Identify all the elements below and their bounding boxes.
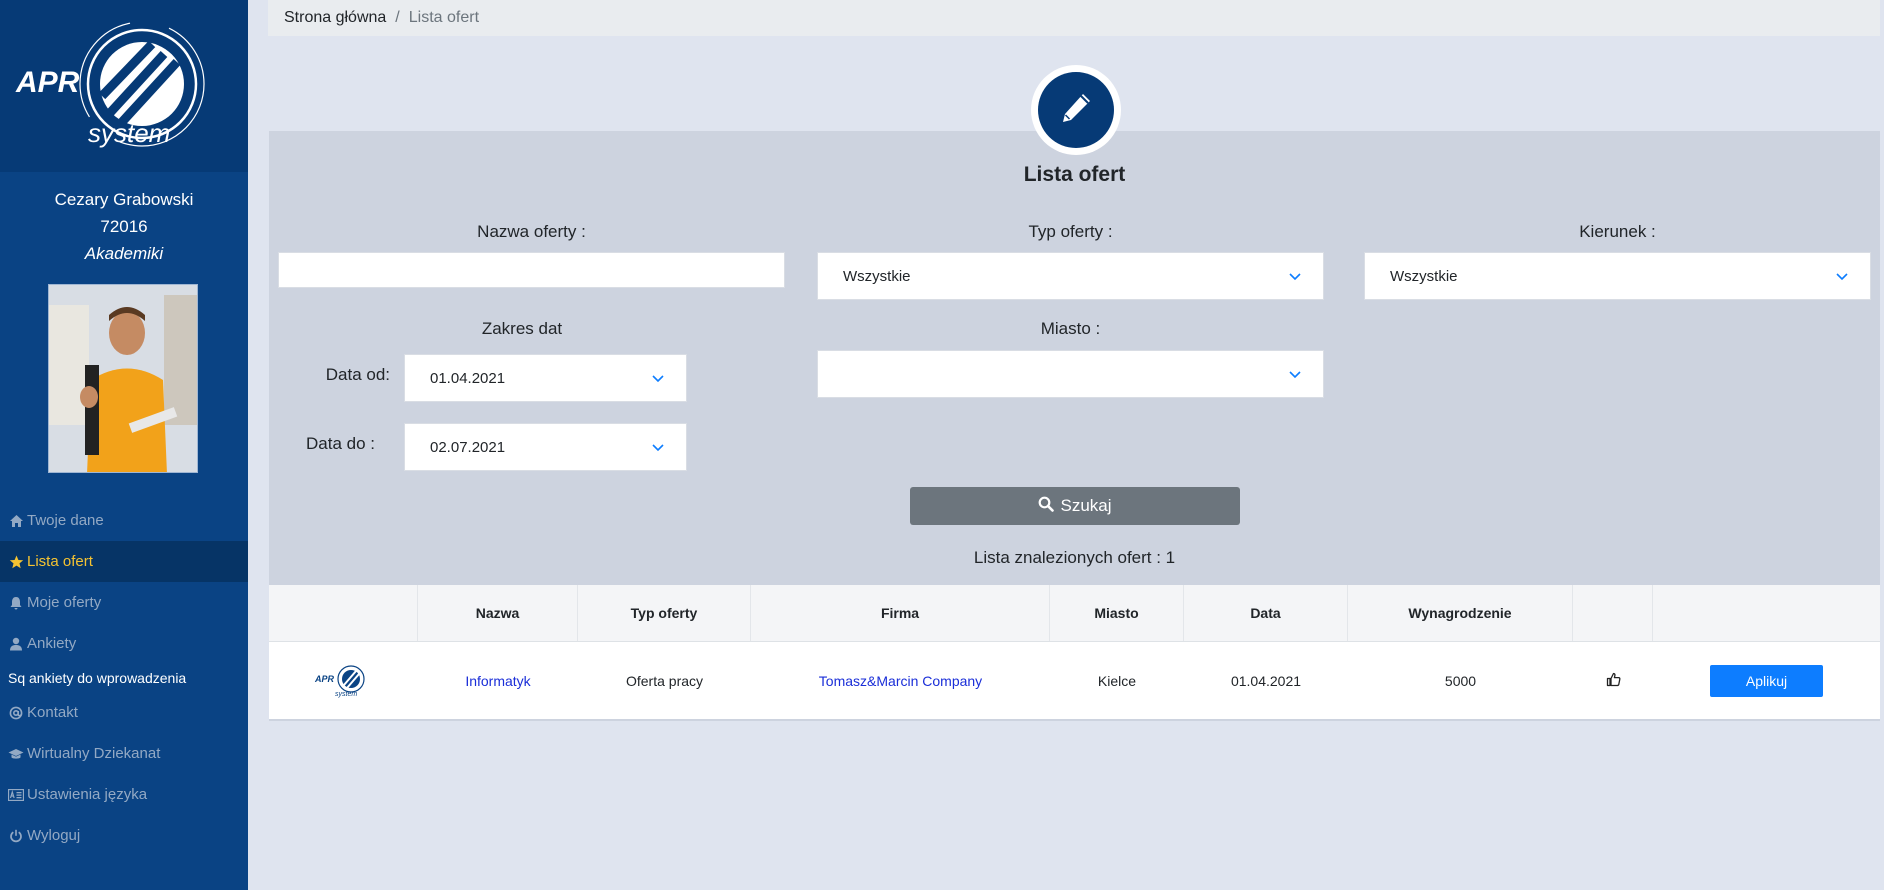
- at-icon: [8, 705, 24, 721]
- direction-value: Wszystkie: [1390, 267, 1458, 285]
- breadcrumb: Strona główna / Lista ofert: [268, 0, 1880, 36]
- bell-icon: [8, 595, 24, 611]
- offer-name-label: Nazwa oferty :: [477, 222, 586, 241]
- home-icon: [8, 513, 24, 529]
- city-select[interactable]: [817, 350, 1324, 398]
- col-name: Nazwa: [418, 585, 578, 641]
- table-header: Nazwa Typ oferty Firma Miasto Data Wynag…: [269, 585, 1880, 642]
- search-button[interactable]: Szukaj: [910, 487, 1240, 525]
- date-to-value: 02.07.2021: [430, 438, 506, 456]
- sidebar-item-label: Ustawienia języka: [27, 786, 148, 803]
- date-from-picker[interactable]: 01.04.2021: [404, 354, 687, 402]
- user-group: Akademiki: [84, 244, 164, 263]
- col-like: [1573, 585, 1653, 641]
- company-link[interactable]: Tomasz&Marcin Company: [819, 673, 982, 689]
- company-logo: APR system: [269, 642, 418, 719]
- sidebar-item-wyloguj[interactable]: Wyloguj: [0, 815, 248, 856]
- user-id: 72016: [100, 217, 148, 236]
- chevron-down-icon: [652, 370, 664, 387]
- results-count: Lista znalezionych ofert : 1: [973, 548, 1176, 567]
- search-button-label: Szukaj: [1060, 496, 1112, 515]
- col-logo: [269, 585, 418, 641]
- like-button[interactable]: [1573, 642, 1653, 719]
- sidebar-item-label: Ankiety: [27, 635, 77, 652]
- sidebar: APR system Cezary Grabowski 72016 Akadem…: [0, 0, 248, 890]
- sidebar-item-ustawienia-jezyka[interactable]: Ustawienia języka: [0, 774, 248, 815]
- date-to-picker[interactable]: 02.07.2021: [404, 423, 687, 471]
- date-from-value: 01.04.2021: [430, 369, 506, 387]
- svg-text:system: system: [335, 691, 357, 698]
- sidebar-item-twoje-dane[interactable]: Twoje dane: [0, 500, 248, 541]
- sidebar-item-ankiety[interactable]: Ankiety: [0, 623, 248, 664]
- page-badge: [1031, 65, 1121, 155]
- power-icon: [8, 828, 24, 844]
- col-salary: Wynagrodzenie: [1348, 585, 1573, 641]
- offer-type-value: Wszystkie: [843, 267, 911, 285]
- col-action: [1653, 585, 1880, 641]
- date-range-label: Zakres dat: [481, 319, 563, 338]
- language-icon: [8, 787, 24, 803]
- user-icon: [8, 636, 24, 652]
- sidebar-item-wirtualny-dziekanat[interactable]: Wirtualny Dziekanat: [0, 733, 248, 774]
- sidebar-item-label: Wyloguj: [27, 827, 81, 844]
- table-row: APR system Informatyk Oferta pracy Tomas…: [269, 642, 1880, 719]
- avatar-photo: [49, 285, 197, 472]
- sidebar-item-kontakt[interactable]: Kontakt: [0, 692, 248, 733]
- user-info: Cezary Grabowski 72016 Akademiki: [0, 172, 248, 267]
- col-company: Firma: [751, 585, 1050, 641]
- svg-text:APR: APR: [314, 674, 335, 684]
- city-label: Miasto :: [1040, 319, 1101, 338]
- apr-system-logo: APR system: [15, 21, 205, 148]
- chevron-down-icon: [1289, 366, 1301, 383]
- sidebar-nav: Twoje dane Lista ofert Moje oferty Ankie…: [0, 500, 248, 856]
- search-icon: [1038, 496, 1055, 517]
- date-to-label: Data do :: [306, 434, 375, 453]
- avatar: [48, 284, 198, 473]
- offer-type: Oferta pracy: [625, 672, 704, 689]
- sidebar-item-label: Moje oferty: [27, 594, 102, 611]
- col-type: Typ oferty: [578, 585, 751, 641]
- page-title: Lista ofert: [1023, 163, 1126, 186]
- date-from-label: Data od:: [325, 365, 390, 384]
- offer-salary: 5000: [1444, 672, 1477, 689]
- chevron-down-icon: [1289, 268, 1301, 285]
- breadcrumb-separator: /: [395, 9, 400, 26]
- svg-text:APR: APR: [15, 66, 80, 99]
- chevron-down-icon: [1836, 268, 1848, 285]
- logo[interactable]: APR system: [0, 0, 248, 172]
- col-date: Data: [1184, 585, 1348, 641]
- breadcrumb-current: Lista ofert: [408, 9, 480, 26]
- sidebar-item-label: Twoje dane: [27, 512, 104, 529]
- sidebar-item-label: Kontakt: [27, 704, 78, 721]
- sidebar-item-label: Wirtualny Dziekanat: [27, 745, 161, 762]
- star-icon: [8, 554, 24, 570]
- thumbs-up-icon: [1606, 672, 1621, 690]
- apply-button[interactable]: Aplikuj: [1710, 664, 1823, 697]
- graduation-cap-icon: [8, 746, 24, 762]
- sidebar-item-label: Lista ofert: [27, 553, 93, 570]
- offer-type-label: Typ oferty :: [1028, 222, 1113, 241]
- offer-city: Kielce: [1097, 672, 1137, 689]
- col-city: Miasto: [1050, 585, 1184, 641]
- direction-label: Kierunek :: [1579, 222, 1656, 241]
- sidebar-item-lista-ofert[interactable]: Lista ofert: [0, 541, 248, 582]
- offers-table: Nazwa Typ oferty Firma Miasto Data Wynag…: [269, 585, 1880, 719]
- sidebar-item-moje-oferty[interactable]: Moje oferty: [0, 582, 248, 623]
- offer-type-select[interactable]: Wszystkie: [817, 252, 1324, 300]
- direction-select[interactable]: Wszystkie: [1364, 252, 1871, 300]
- offer-name-link[interactable]: Informatyk: [465, 673, 530, 689]
- pencil-icon: [1057, 89, 1095, 132]
- chevron-down-icon: [652, 439, 664, 456]
- offer-name-input[interactable]: [278, 252, 785, 288]
- offer-date: 01.04.2021: [1230, 672, 1302, 689]
- survey-notice[interactable]: Sq ankiety do wprowadzenia: [0, 664, 248, 692]
- svg-text:system: system: [88, 118, 170, 148]
- breadcrumb-home[interactable]: Strona główna: [284, 9, 386, 27]
- user-name: Cezary Grabowski: [54, 190, 194, 209]
